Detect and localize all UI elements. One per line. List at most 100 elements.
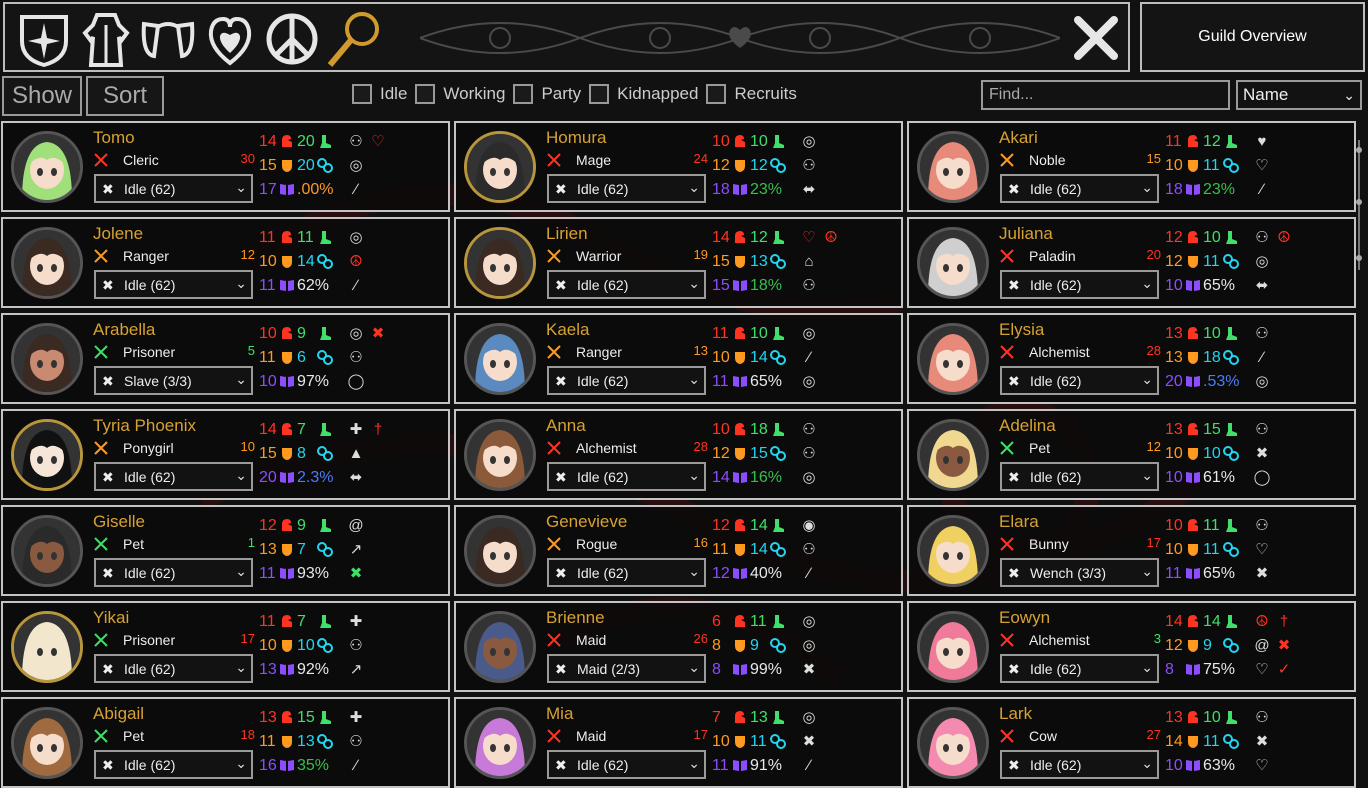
character-card[interactable]: Elysia Alchemist 28 ✖ Idle (62) ⌄ 13 10 … [907, 313, 1356, 404]
peace-icon[interactable]: ☮ [1275, 225, 1293, 249]
plus-icon[interactable]: ✚ [347, 417, 365, 441]
character-name[interactable]: Homura [546, 128, 606, 148]
avatar[interactable] [464, 131, 536, 203]
character-card[interactable]: Arabella Prisoner 5 ✖ Slave (3/3) ⌄ 10 9… [1, 313, 450, 404]
character-card[interactable]: Tyria Phoenix Ponygirl 10 ✖ Idle (62) ⌄ … [1, 409, 450, 500]
job-select[interactable]: ✖ Idle (62) ⌄ [547, 366, 706, 395]
avatar[interactable] [917, 227, 989, 299]
job-select[interactable]: ✖ Idle (62) ⌄ [547, 174, 706, 203]
character-name[interactable]: Anna [546, 416, 586, 436]
character-card[interactable]: Abigail Pet 18 ✖ Idle (62) ⌄ 13 15 11 13 [1, 697, 450, 788]
checkbox[interactable] [513, 84, 534, 104]
character-card[interactable]: Elara Bunny 17 ✖ Wench (3/3) ⌄ 10 11 10 … [907, 505, 1356, 596]
character-name[interactable]: Lark [999, 704, 1032, 724]
character-card[interactable]: Yikai Prisoner 17 ✖ Idle (62) ⌄ 11 7 10 … [1, 601, 450, 692]
job-select[interactable]: ✖ Idle (62) ⌄ [547, 462, 706, 491]
character-name[interactable]: Tyria Phoenix [93, 416, 196, 436]
avatar[interactable] [464, 227, 536, 299]
heart-outline-icon[interactable]: ♡ [1253, 657, 1271, 681]
spiral-icon[interactable]: @ [1253, 633, 1271, 657]
avatar[interactable] [11, 707, 83, 779]
scrollbar[interactable] [1356, 140, 1362, 270]
collar-icon[interactable]: ◯ [1253, 465, 1271, 489]
filter-party[interactable]: Party [513, 84, 581, 104]
cross-red-icon[interactable]: ✖ [1275, 633, 1293, 657]
character-card[interactable]: Lark Cow 27 ✖ Idle (62) ⌄ 13 10 14 11 10… [907, 697, 1356, 788]
job-select[interactable]: ✖ Maid (2/3) ⌄ [547, 654, 706, 683]
checkbox[interactable] [589, 84, 610, 104]
character-name[interactable]: Kaela [546, 320, 589, 340]
checkbox[interactable] [706, 84, 727, 104]
peace-icon[interactable]: ☮ [347, 249, 365, 273]
job-select[interactable]: ✖ Idle (62) ⌄ [547, 558, 706, 587]
filter-working[interactable]: Working [415, 84, 505, 104]
filter-kidnapped[interactable]: Kidnapped [589, 84, 698, 104]
avatar[interactable] [11, 419, 83, 491]
poop-icon[interactable]: ▲ [347, 441, 365, 465]
heart-lock-icon[interactable]: ♡ [369, 129, 387, 153]
bound-figure-icon[interactable]: ⚇ [1253, 321, 1271, 345]
character-card[interactable]: Anna Alchemist 28 ✖ Idle (62) ⌄ 10 18 12… [454, 409, 903, 500]
brush-icon[interactable]: ∕ [800, 345, 818, 369]
character-name[interactable]: Arabella [93, 320, 155, 340]
syringe-icon[interactable]: ↗ [347, 657, 365, 681]
character-name[interactable]: Jolene [93, 224, 143, 244]
bound-figure-icon[interactable]: ⚇ [1253, 705, 1271, 729]
target-icon[interactable]: ◎ [347, 225, 365, 249]
restraints-icon[interactable] [137, 8, 199, 70]
sort-select[interactable]: Name ⌄ [1236, 80, 1362, 110]
bound-figure-icon[interactable]: ⚇ [347, 345, 365, 369]
avatar[interactable] [11, 227, 83, 299]
job-select[interactable]: ✖ Idle (62) ⌄ [1000, 366, 1159, 395]
character-card[interactable]: Eowyn Alchemist 3 ✖ Idle (62) ⌄ 14 14 12… [907, 601, 1356, 692]
peace-icon[interactable]: ☮ [822, 225, 840, 249]
character-card[interactable]: Adelina Pet 12 ✖ Idle (62) ⌄ 13 15 10 10 [907, 409, 1356, 500]
candle-icon[interactable]: † [369, 417, 387, 441]
avatar[interactable] [917, 419, 989, 491]
heart-outline-icon[interactable]: ♡ [1253, 537, 1271, 561]
spiral-icon[interactable]: @ [347, 513, 365, 537]
job-select[interactable]: ✖ Idle (62) ⌄ [1000, 654, 1159, 683]
pot-icon[interactable]: ◉ [800, 513, 818, 537]
bound-figure-icon[interactable]: ⚇ [800, 153, 818, 177]
target-icon[interactable]: ◎ [347, 321, 365, 345]
character-name[interactable]: Yikai [93, 608, 129, 628]
filter-idle[interactable]: Idle [352, 84, 407, 104]
filter-recruits[interactable]: Recruits [706, 84, 797, 104]
target-icon[interactable]: ◎ [800, 369, 818, 393]
character-card[interactable]: Tomo Cleric 30 ✖ Idle (62) ⌄ 14 20 15 20 [1, 121, 450, 212]
plus-icon[interactable]: ✚ [347, 705, 365, 729]
heart-icon[interactable]: ♥ [1253, 129, 1271, 153]
bound-figure-icon[interactable]: ⚇ [1253, 225, 1271, 249]
character-name[interactable]: Genevieve [546, 512, 627, 532]
avatar[interactable] [464, 611, 536, 683]
magnifier-icon[interactable] [323, 8, 385, 70]
outfit-icon[interactable] [75, 8, 137, 70]
avatar[interactable] [917, 131, 989, 203]
job-select[interactable]: ✖ Idle (62) ⌄ [1000, 462, 1159, 491]
avatar[interactable] [11, 611, 83, 683]
job-select[interactable]: ✖ Idle (62) ⌄ [547, 270, 706, 299]
target-icon[interactable]: ◎ [347, 153, 365, 177]
job-select[interactable]: ✖ Idle (62) ⌄ [94, 558, 253, 587]
target-icon[interactable]: ◎ [1253, 369, 1271, 393]
bound-figure-icon[interactable]: ⚇ [347, 129, 365, 153]
brush-icon[interactable]: ∕ [800, 561, 818, 585]
brush-icon[interactable]: ∕ [1253, 345, 1271, 369]
show-button[interactable]: Show [2, 76, 82, 116]
job-select[interactable]: ✖ Idle (62) ⌄ [94, 750, 253, 779]
character-card[interactable]: Jolene Ranger 12 ✖ Idle (62) ⌄ 11 11 10 … [1, 217, 450, 308]
avatar[interactable] [11, 131, 83, 203]
crossed-tools-icon[interactable]: ✖ [1253, 441, 1271, 465]
character-card[interactable]: Mia Maid 17 ✖ Idle (62) ⌄ 7 13 10 11 11 … [454, 697, 903, 788]
bound-figure-icon[interactable]: ⚇ [800, 537, 818, 561]
heart-lock-icon[interactable]: ♡ [800, 225, 818, 249]
avatar[interactable] [917, 611, 989, 683]
character-name[interactable]: Abigail [93, 704, 144, 724]
target-icon[interactable]: ◎ [800, 609, 818, 633]
bound-figure-icon[interactable]: ⚇ [800, 441, 818, 465]
avatar[interactable] [464, 515, 536, 587]
character-name[interactable]: Elara [999, 512, 1039, 532]
cross-icon[interactable]: ✖ [800, 657, 818, 681]
avatar[interactable] [11, 323, 83, 395]
